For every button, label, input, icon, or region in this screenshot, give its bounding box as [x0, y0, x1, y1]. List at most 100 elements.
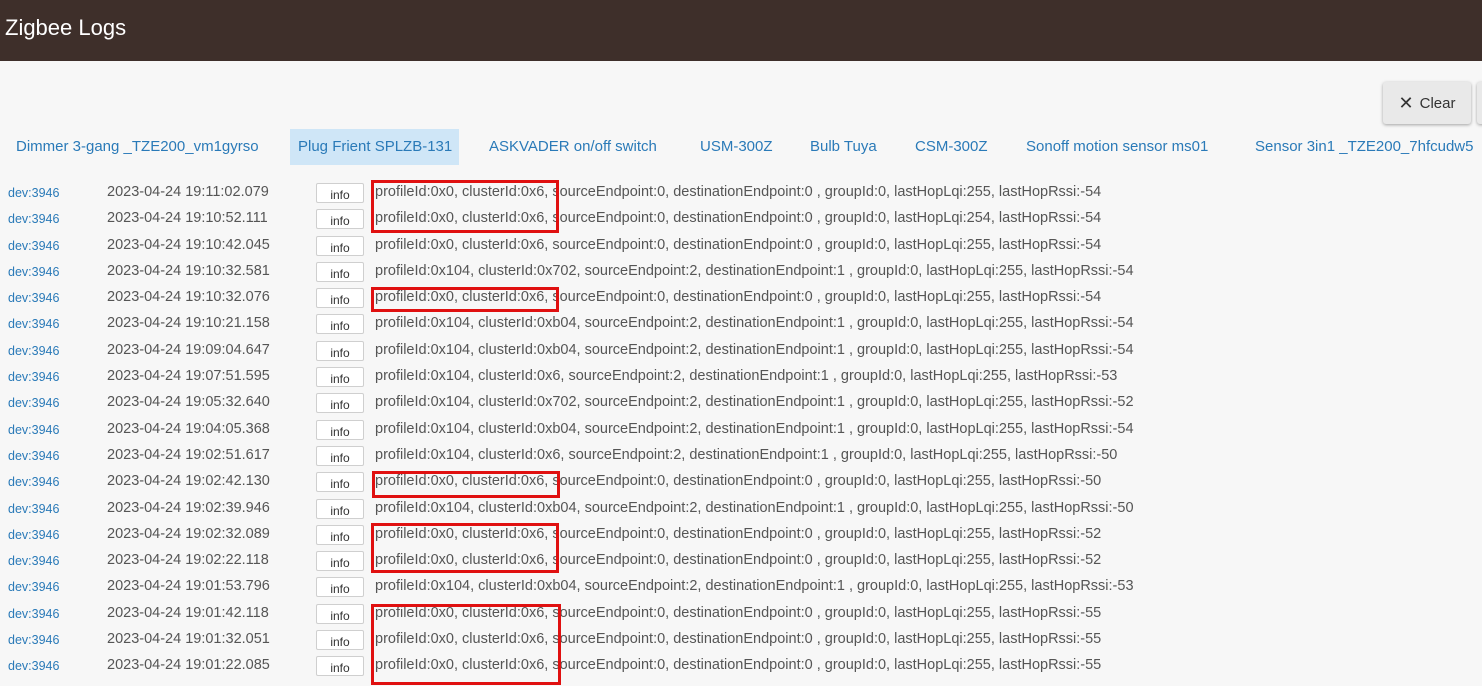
device-link[interactable]: dev:3946: [8, 607, 59, 621]
tab-bulb-tuya[interactable]: Bulb Tuya: [802, 129, 885, 165]
device-link[interactable]: dev:3946: [8, 291, 59, 305]
log-message: profileId:0x0, clusterId:0x6, sourceEndp…: [375, 473, 1102, 490]
log-row: dev:3946 2023-04-24 19:02:42.130 info pr…: [0, 469, 1482, 495]
log-row: dev:3946 2023-04-24 19:07:51.595 info pr…: [0, 364, 1482, 390]
log-message: profileId:0x104, clusterId:0x6, sourceEn…: [375, 446, 1118, 463]
page-title: Zigbee Logs: [5, 15, 127, 40]
close-icon: ✕: [1398, 93, 1414, 113]
log-message: profileId:0x104, clusterId:0xb04, source…: [375, 341, 1134, 358]
device-link[interactable]: dev:3946: [8, 528, 59, 542]
log-timestamp: 2023-04-24 19:10:32.581: [107, 262, 270, 279]
log-level-badge: info: [316, 367, 364, 388]
log-timestamp: 2023-04-24 19:02:39.946: [107, 499, 270, 516]
log-level-badge: info: [316, 288, 364, 309]
log-message: profileId:0x0, clusterId:0x6, sourceEndp…: [375, 604, 1102, 621]
device-link[interactable]: dev:3946: [8, 186, 59, 200]
device-link[interactable]: dev:3946: [8, 212, 59, 226]
log-timestamp: 2023-04-24 19:10:21.158: [107, 315, 270, 332]
log-level-badge: info: [316, 498, 364, 519]
log-row: dev:3946 2023-04-24 19:02:39.946 info pr…: [0, 496, 1482, 522]
log-timestamp: 2023-04-24 19:11:02.079: [107, 184, 269, 200]
tab-csm-300z[interactable]: CSM-300Z: [907, 129, 996, 165]
log-row: dev:3946 2023-04-24 19:01:42.118 info pr…: [0, 601, 1482, 627]
device-link[interactable]: dev:3946: [8, 265, 59, 279]
log-row: dev:3946 2023-04-24 19:05:32.640 info pr…: [0, 390, 1482, 416]
log-row: dev:3946 2023-04-24 19:02:22.118 info pr…: [0, 548, 1482, 574]
log-message: profileId:0x0, clusterId:0x6, sourceEndp…: [375, 631, 1102, 648]
log-row: dev:3946 2023-04-24 19:02:32.089 info pr…: [0, 522, 1482, 548]
log-message: profileId:0x104, clusterId:0xb04, source…: [375, 315, 1134, 332]
log-level-badge: info: [316, 524, 364, 545]
log-message: profileId:0x104, clusterId:0xb04, source…: [375, 578, 1134, 595]
log-row: dev:3946 2023-04-24 19:01:22.085 info pr…: [0, 653, 1482, 679]
device-link[interactable]: dev:3946: [8, 475, 59, 489]
device-link[interactable]: dev:3946: [8, 317, 59, 331]
log-row: dev:3946 2023-04-24 19:01:32.051 info pr…: [0, 627, 1482, 653]
device-link[interactable]: dev:3946: [8, 396, 59, 410]
tab-sonoff-motion-sensor[interactable]: Sonoff motion sensor ms01: [1018, 129, 1216, 165]
log-message: profileId:0x104, clusterId:0xb04, source…: [375, 499, 1134, 516]
log-row: dev:3946 2023-04-24 19:10:21.158 info pr…: [0, 311, 1482, 337]
log-level-badge: info: [316, 261, 364, 282]
device-link[interactable]: dev:3946: [8, 370, 59, 384]
log-timestamp: 2023-04-24 19:02:51.617: [107, 446, 270, 463]
log-row: dev:3946 2023-04-24 19:10:52.111 info pr…: [0, 206, 1482, 232]
device-link[interactable]: dev:3946: [8, 554, 59, 568]
overflow-button-edge[interactable]: [1477, 82, 1482, 124]
log-table: dev:3946 2023-04-24 19:11:02.079 info pr…: [0, 180, 1482, 680]
tab-sensor-3in1[interactable]: Sensor 3in1 _TZE200_7hfcudw5: [1247, 129, 1481, 165]
tab-dimmer-3-gang[interactable]: Dimmer 3-gang _TZE200_vm1gyrso: [8, 129, 267, 165]
log-timestamp: 2023-04-24 19:10:52.111: [107, 210, 268, 227]
log-level-badge: info: [316, 419, 364, 440]
log-timestamp: 2023-04-24 19:04:05.368: [107, 420, 270, 437]
tab-plug-frient[interactable]: Plug Frient SPLZB-131: [290, 129, 459, 165]
log-timestamp: 2023-04-24 19:02:22.118: [107, 552, 269, 569]
log-level-badge: info: [316, 603, 364, 624]
app-header: Zigbee Logs: [0, 0, 1482, 61]
log-message: profileId:0x0, clusterId:0x6, sourceEndp…: [375, 289, 1102, 306]
device-link[interactable]: dev:3946: [8, 502, 59, 516]
log-timestamp: 2023-04-24 19:01:53.796: [107, 578, 270, 595]
log-row: dev:3946 2023-04-24 19:10:42.045 info pr…: [0, 233, 1482, 259]
device-link[interactable]: dev:3946: [8, 659, 59, 673]
log-timestamp: 2023-04-24 19:07:51.595: [107, 368, 270, 385]
log-level-badge: info: [316, 209, 364, 230]
log-timestamp: 2023-04-24 19:01:42.118: [107, 604, 269, 621]
device-link[interactable]: dev:3946: [8, 239, 59, 253]
tab-usm-300z[interactable]: USM-300Z: [692, 129, 781, 165]
device-link[interactable]: dev:3946: [8, 449, 59, 463]
log-level-badge: info: [316, 630, 364, 651]
log-row: dev:3946 2023-04-24 19:09:04.647 info pr…: [0, 338, 1482, 364]
clear-button-label: Clear: [1419, 94, 1456, 112]
tab-askvader-switch[interactable]: ASKVADER on/off switch: [481, 129, 665, 165]
device-link[interactable]: dev:3946: [8, 580, 59, 594]
log-row: dev:3946 2023-04-24 19:04:05.368 info pr…: [0, 417, 1482, 443]
log-message: profileId:0x0, clusterId:0x6, sourceEndp…: [375, 552, 1102, 569]
log-message: profileId:0x104, clusterId:0x702, source…: [375, 394, 1134, 411]
log-level-badge: info: [316, 656, 364, 677]
log-row: dev:3946 2023-04-24 19:02:51.617 info pr…: [0, 443, 1482, 469]
clear-button[interactable]: ✕ Clear: [1383, 82, 1471, 124]
device-link[interactable]: dev:3946: [8, 633, 59, 647]
log-timestamp: 2023-04-24 19:02:32.089: [107, 525, 270, 542]
log-row: dev:3946 2023-04-24 19:01:53.796 info pr…: [0, 574, 1482, 600]
log-level-badge: info: [316, 235, 364, 256]
log-level-badge: info: [316, 314, 364, 335]
log-level-badge: info: [316, 183, 364, 203]
log-message: profileId:0x104, clusterId:0xb04, source…: [375, 420, 1134, 437]
log-level-badge: info: [316, 445, 364, 466]
log-message: profileId:0x104, clusterId:0x702, source…: [375, 262, 1134, 279]
log-message: profileId:0x0, clusterId:0x6, sourceEndp…: [375, 184, 1102, 200]
log-level-badge: info: [316, 551, 364, 572]
device-link[interactable]: dev:3946: [8, 344, 59, 358]
log-message: profileId:0x104, clusterId:0x6, sourceEn…: [375, 368, 1118, 385]
log-level-badge: info: [316, 577, 364, 598]
log-timestamp: 2023-04-24 19:10:32.076: [107, 289, 270, 306]
device-tabs: Dimmer 3-gang _TZE200_vm1gyrso Plug Frie…: [0, 129, 1482, 165]
log-level-badge: info: [316, 472, 364, 493]
log-level-badge: info: [316, 393, 364, 414]
log-message: profileId:0x0, clusterId:0x6, sourceEndp…: [375, 657, 1102, 674]
log-message: profileId:0x0, clusterId:0x6, sourceEndp…: [375, 210, 1102, 227]
log-message: profileId:0x0, clusterId:0x6, sourceEndp…: [375, 236, 1102, 253]
device-link[interactable]: dev:3946: [8, 423, 59, 437]
